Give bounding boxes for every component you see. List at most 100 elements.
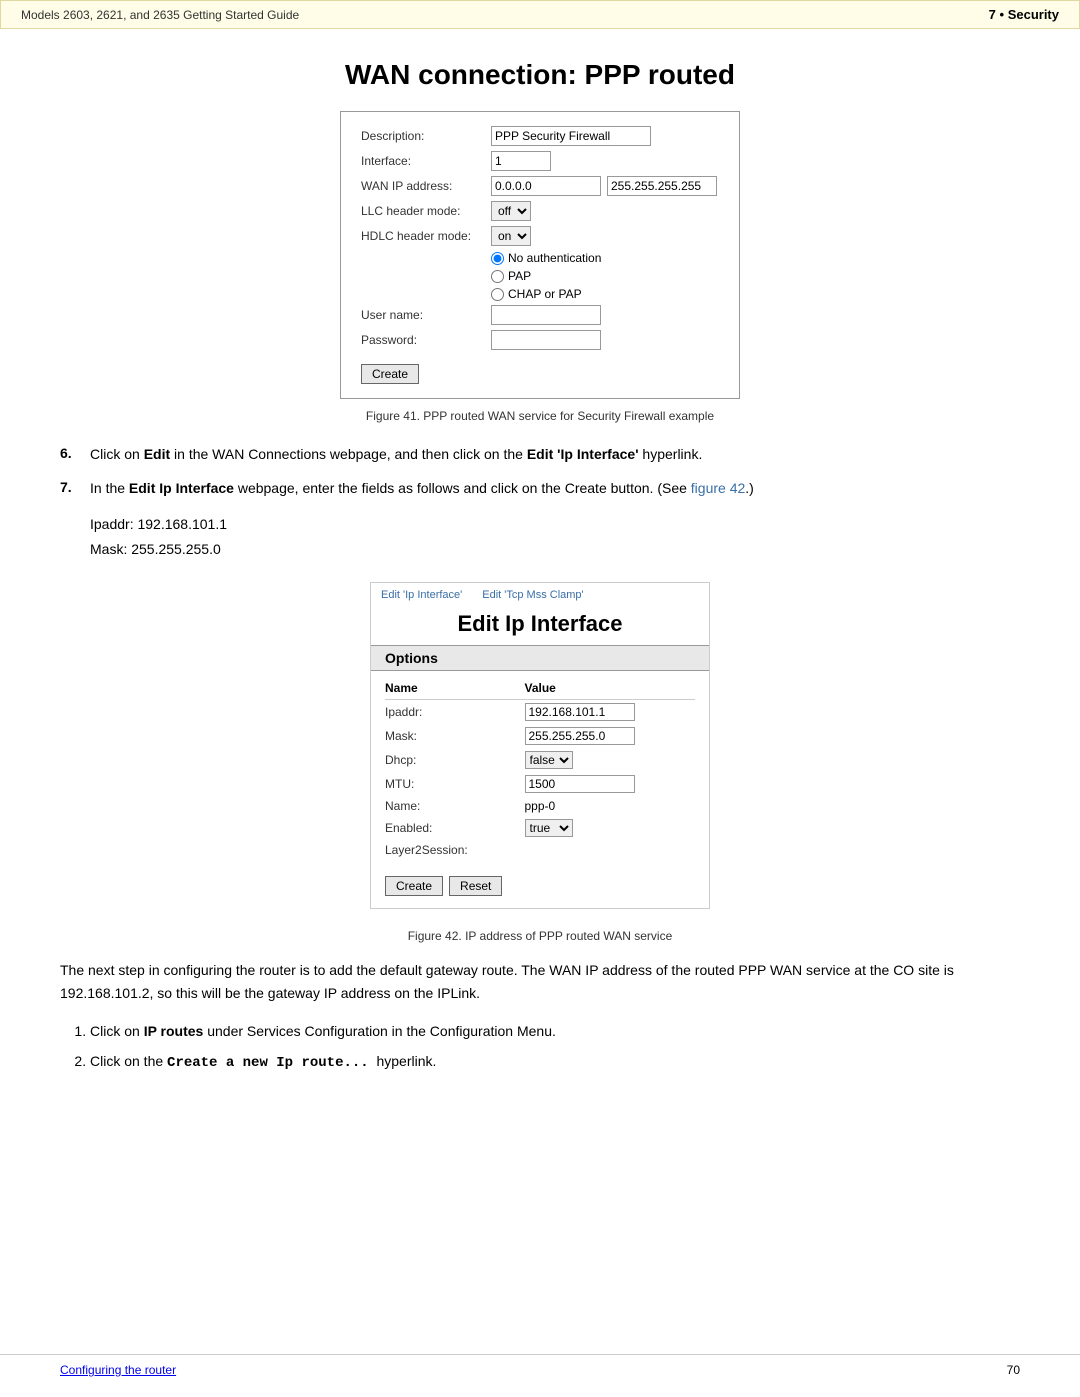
- interface-input[interactable]: [491, 151, 551, 171]
- password-row: Password:: [361, 330, 719, 350]
- username-row: User name:: [361, 305, 719, 325]
- auth-no-row: No authentication: [361, 251, 719, 265]
- step6-edit-bold: Edit: [144, 446, 170, 462]
- password-input[interactable]: [491, 330, 601, 350]
- table-row: Ipaddr:: [385, 700, 695, 725]
- username-label: User name:: [361, 308, 491, 322]
- table-row: Enabled: true false: [385, 816, 695, 840]
- step6-num: 6.: [60, 443, 90, 465]
- interface-label: Interface:: [361, 154, 491, 168]
- enabled-label: Enabled:: [385, 816, 525, 840]
- radio-pap-input[interactable]: [491, 270, 504, 283]
- layer2session-label: Layer2Session:: [385, 840, 525, 860]
- radio-chap: CHAP or PAP: [491, 287, 582, 301]
- edit-ip-section: Edit 'Ip Interface' Edit 'Tcp Mss Clamp'…: [60, 582, 1020, 909]
- ipaddr-label: Ipaddr:: [385, 700, 525, 725]
- mtu-value-cell: [525, 772, 696, 796]
- table-row: Mask:: [385, 724, 695, 748]
- figure42-link[interactable]: figure 42: [691, 480, 745, 496]
- step7-bold: Edit Ip Interface: [129, 480, 234, 496]
- llc-row: LLC header mode: off on: [361, 201, 719, 221]
- wan-form-box: Description: Interface: WAN IP address: …: [340, 111, 740, 399]
- dhcp-select[interactable]: false true: [525, 751, 573, 769]
- wan-ip-input[interactable]: [491, 176, 601, 196]
- name-label: Name:: [385, 796, 525, 816]
- mask-label: Mask:: [385, 724, 525, 748]
- dhcp-value-cell: false true: [525, 748, 696, 772]
- mtu-label: MTU:: [385, 772, 525, 796]
- col-name-header: Name: [385, 679, 525, 700]
- options-header: Options: [371, 645, 709, 671]
- list-item: Click on the Create a new Ip route... hy…: [90, 1050, 1020, 1074]
- step6: 6. Click on Edit in the WAN Connections …: [60, 443, 1020, 465]
- header-bar: Models 2603, 2621, and 2635 Getting Star…: [0, 0, 1080, 29]
- figure42-caption: Figure 42. IP address of PPP routed WAN …: [60, 929, 1020, 943]
- wan-ip-label: WAN IP address:: [361, 179, 491, 193]
- create-btn-row: Create: [361, 358, 719, 384]
- radio-no-auth-label: No authentication: [508, 251, 601, 265]
- mask-value-input[interactable]: [525, 727, 635, 745]
- layer2session-value-cell: [525, 840, 696, 860]
- figure41-caption: Figure 41. PPP routed WAN service for Se…: [60, 409, 1020, 423]
- hdlc-row: HDLC header mode: on off: [361, 226, 719, 246]
- username-input[interactable]: [491, 305, 601, 325]
- edit-ip-box: Edit 'Ip Interface' Edit 'Tcp Mss Clamp'…: [370, 582, 710, 909]
- mtu-value-input[interactable]: [525, 775, 635, 793]
- create-button[interactable]: Create: [361, 364, 419, 384]
- description-input[interactable]: [491, 126, 651, 146]
- radio-no-auth-input[interactable]: [491, 252, 504, 265]
- edit-ip-title: Edit Ip Interface: [371, 601, 709, 645]
- tab-edit-tcp-mss[interactable]: Edit 'Tcp Mss Clamp': [482, 589, 583, 601]
- ip-inputs: [491, 176, 717, 196]
- interface-row: Interface:: [361, 151, 719, 171]
- auth-pap-row: PAP: [361, 269, 719, 283]
- edit-reset-button[interactable]: Reset: [449, 876, 502, 896]
- step7-text: In the Edit Ip Interface webpage, enter …: [90, 477, 754, 499]
- footer-page-number: 70: [1007, 1363, 1020, 1377]
- table-row: Name: ppp-0: [385, 796, 695, 816]
- main-content: WAN connection: PPP routed Description: …: [0, 29, 1080, 1145]
- mask-text: Mask: 255.255.255.0: [90, 537, 1020, 562]
- table-row: Layer2Session:: [385, 840, 695, 860]
- ipaddr-value-input[interactable]: [525, 703, 635, 721]
- description-label: Description:: [361, 129, 491, 143]
- table-row: Dhcp: false true: [385, 748, 695, 772]
- dhcp-label: Dhcp:: [385, 748, 525, 772]
- step6-text: Click on Edit in the WAN Connections web…: [90, 443, 702, 465]
- tab-edit-ip-interface[interactable]: Edit 'Ip Interface': [381, 589, 462, 601]
- enabled-select[interactable]: true false: [525, 819, 573, 837]
- llc-label: LLC header mode:: [361, 204, 491, 218]
- hdlc-label: HDLC header mode:: [361, 229, 491, 243]
- name-value-text: ppp-0: [525, 799, 556, 813]
- enabled-value-cell: true false: [525, 816, 696, 840]
- header-left-text: Models 2603, 2621, and 2635 Getting Star…: [21, 8, 299, 22]
- edit-tabs: Edit 'Ip Interface' Edit 'Tcp Mss Clamp': [371, 583, 709, 601]
- password-label: Password:: [361, 333, 491, 347]
- description-row: Description:: [361, 126, 719, 146]
- wan-section: WAN connection: PPP routed Description: …: [60, 59, 1020, 423]
- body-paragraph: The next step in configuring the router …: [60, 959, 1020, 1004]
- table-row: MTU:: [385, 772, 695, 796]
- header-right-text: 7 • Security: [989, 7, 1059, 22]
- ipaddr-value-cell: [525, 700, 696, 725]
- list-item: Click on IP routes under Services Config…: [90, 1020, 1020, 1042]
- step6-edit-ip-bold: Edit 'Ip Interface': [527, 446, 639, 462]
- radio-no-auth: No authentication: [491, 251, 601, 265]
- footer: Configuring the router 70: [0, 1354, 1080, 1377]
- radio-pap: PAP: [491, 269, 531, 283]
- footer-left-link[interactable]: Configuring the router: [60, 1363, 176, 1377]
- wan-ip-row: WAN IP address:: [361, 176, 719, 196]
- name-value-cell: ppp-0: [525, 796, 696, 816]
- edit-create-button[interactable]: Create: [385, 876, 443, 896]
- ip-routes-bold: IP routes: [144, 1023, 204, 1039]
- hdlc-select[interactable]: on off: [491, 226, 531, 246]
- col-value-header: Value: [525, 679, 696, 700]
- wan-ip-mask-input[interactable]: [607, 176, 717, 196]
- llc-select[interactable]: off on: [491, 201, 531, 221]
- radio-chap-input[interactable]: [491, 288, 504, 301]
- mask-value-cell: [525, 724, 696, 748]
- radio-chap-label: CHAP or PAP: [508, 287, 582, 301]
- options-table: Name Value Ipaddr: Mask:: [371, 671, 709, 868]
- edit-buttons-row: Create Reset: [371, 868, 709, 908]
- create-route-code: Create a new Ip route...: [167, 1055, 369, 1071]
